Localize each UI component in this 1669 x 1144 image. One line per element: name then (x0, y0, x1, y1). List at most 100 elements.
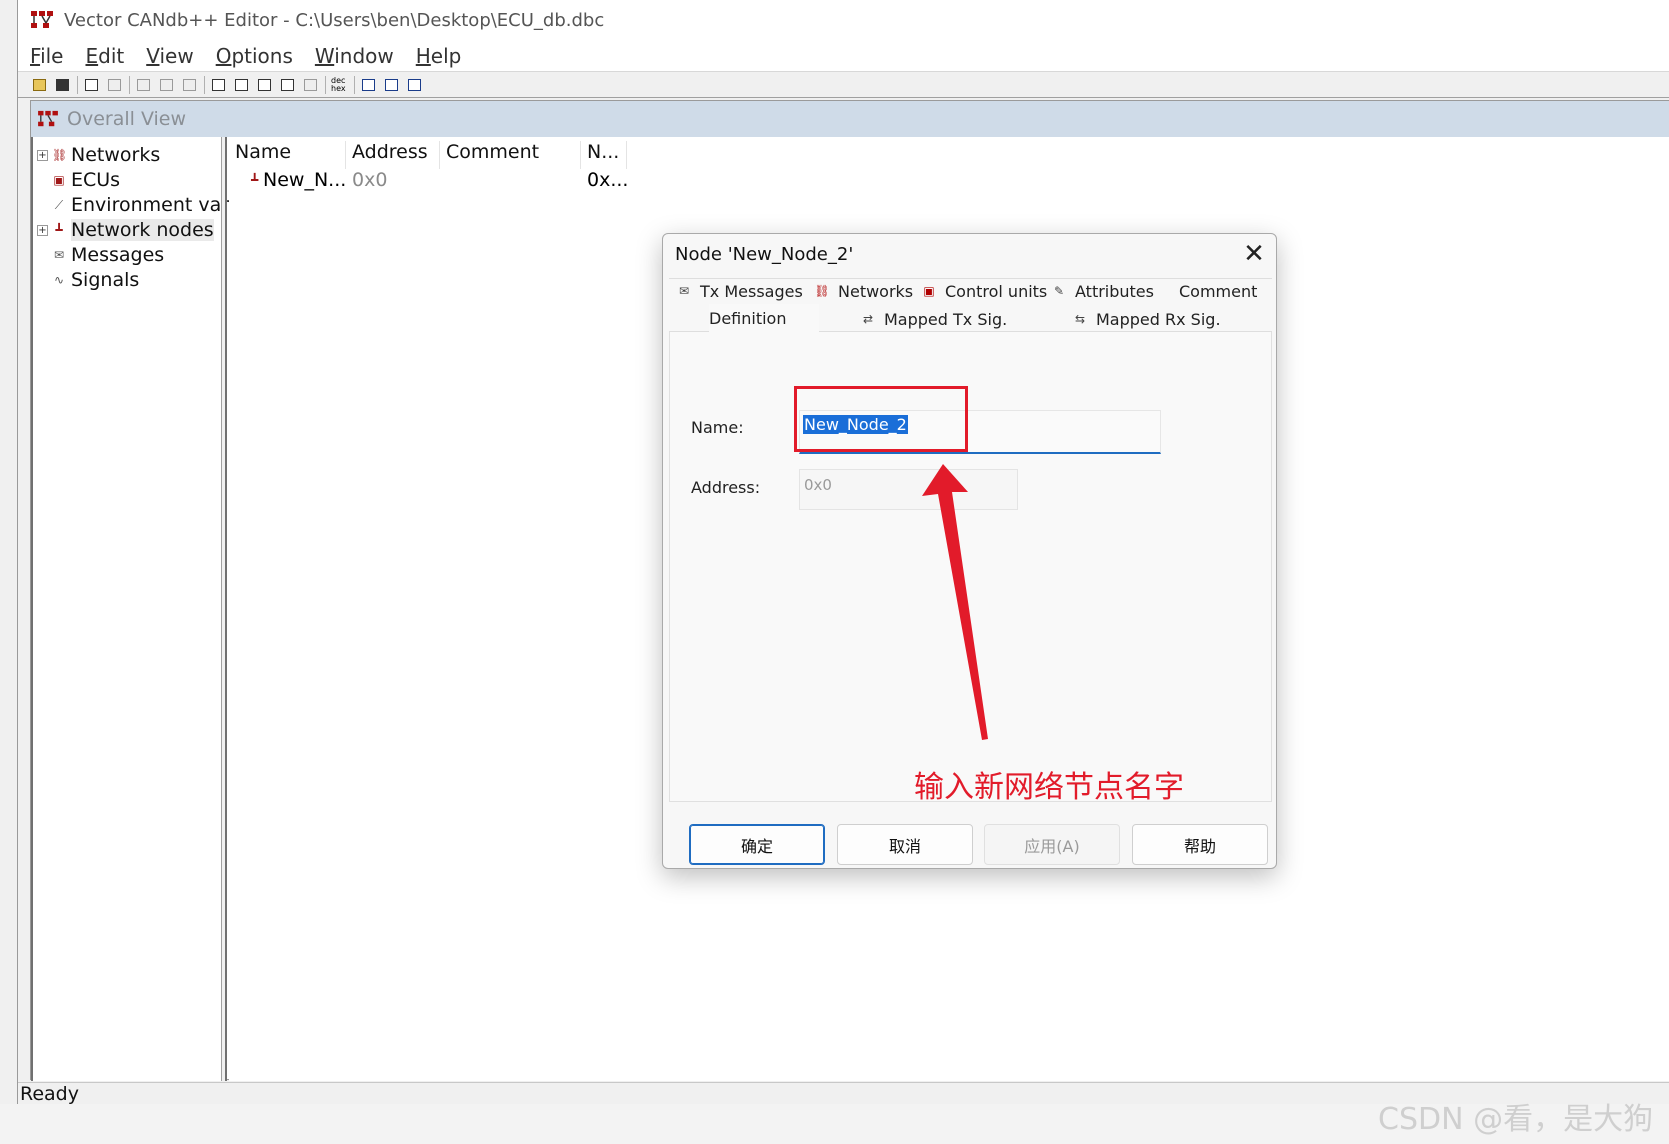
tree-item-label: Signals (71, 269, 140, 291)
tab-label: Networks (838, 281, 914, 301)
column-header-comment[interactable]: Comment (440, 141, 581, 169)
view-2-icon[interactable] (232, 75, 251, 94)
dec-hex-icon[interactable]: dec hex (330, 75, 349, 94)
tab-networks[interactable]: ⛓ Networks (813, 278, 913, 304)
toolbar-separator (204, 75, 205, 94)
tab-control-units[interactable]: ▣ Control units (920, 278, 1047, 304)
overall-view-title: Overall View (67, 108, 187, 130)
row-name: New_N... (263, 169, 347, 191)
view-1-icon[interactable] (209, 75, 228, 94)
toolbar-separator (129, 75, 130, 94)
toolbar-separator (354, 75, 355, 94)
properties-icon[interactable] (157, 75, 176, 94)
pane-splitter[interactable] (222, 137, 227, 1081)
tree-item-signals[interactable]: ∿ Signals (37, 268, 139, 292)
overall-view-icon (37, 110, 59, 128)
help-button[interactable]: 帮助 (1132, 824, 1268, 865)
network-icon: ⛓ (814, 284, 830, 298)
ok-button[interactable]: 确定 (689, 824, 825, 865)
node-icon: ┻ (55, 223, 63, 237)
annotation-arrow-icon (922, 464, 988, 740)
column-header-name[interactable]: Name (229, 141, 346, 169)
annotation-text: 输入新网络节点名字 (914, 770, 1184, 805)
environment-icon: ⟋ (54, 198, 64, 212)
menu-file[interactable]: File (30, 44, 63, 68)
copy-icon[interactable] (82, 75, 101, 94)
address-label: Address: (691, 478, 761, 497)
tree-pane: + ⛓ Networks ▣ ECUs ⟋ Environment varia … (31, 137, 246, 1081)
apply-button[interactable]: 应用(A) (984, 824, 1120, 865)
overall-view-title-bar[interactable]: Overall View (31, 101, 1669, 137)
menu-help[interactable]: Help (416, 44, 462, 68)
tile-vertical-icon[interactable] (405, 75, 424, 94)
row-comment (440, 169, 446, 195)
tab-label: Comment (1179, 281, 1258, 301)
tab-mapped-tx-sig[interactable]: ⇄ Mapped Tx Sig. (859, 306, 1007, 332)
view-4-icon[interactable] (278, 75, 297, 94)
mapped-tx-icon: ⇄ (862, 312, 874, 326)
tab-divider (669, 278, 1272, 279)
status-text: Ready (20, 1083, 79, 1105)
tab-label: Mapped Rx Sig. (1096, 309, 1221, 329)
tree-item-environment-variables[interactable]: ⟋ Environment varia (37, 193, 246, 217)
tab-tx-messages[interactable]: ✉ Tx Messages (675, 278, 803, 304)
tree-item-network-nodes[interactable]: + ┻ Network nodes (37, 218, 214, 242)
row-n: 0x... (587, 169, 629, 191)
menu-bar: File Edit View Options Window Help (18, 40, 1669, 72)
tab-label: Attributes (1075, 281, 1154, 301)
desktop-background (0, 0, 17, 1144)
network-icon: ⛓ (52, 148, 68, 162)
menu-options[interactable]: Options (216, 44, 293, 68)
attribute-icon: ✎ (1053, 284, 1065, 298)
toolbar-separator (77, 75, 78, 94)
tree-item-label: ECUs (71, 169, 121, 191)
print-icon[interactable] (180, 75, 199, 94)
dialog-title: Node 'New_Node_2' (675, 244, 854, 265)
paste-icon[interactable] (105, 75, 124, 94)
tab-label: Control units (945, 281, 1048, 301)
ecu-icon: ▣ (53, 173, 65, 187)
title-bar[interactable]: Vector CANdb++ Editor - C:\Users\ben\Des… (18, 0, 1669, 40)
column-header-address[interactable]: Address (346, 141, 440, 169)
tree-item-label: Environment varia (71, 194, 246, 216)
ecu-icon: ▣ (923, 284, 935, 298)
cancel-button[interactable]: 取消 (837, 824, 973, 865)
tab-comment[interactable]: Comment (1179, 278, 1257, 304)
row-address: 0x0 (352, 169, 388, 191)
candb-app-icon (30, 10, 54, 30)
close-icon[interactable]: ✕ (1241, 241, 1267, 268)
tree-item-networks[interactable]: + ⛓ Networks (37, 143, 160, 167)
tab-label: Mapped Tx Sig. (884, 309, 1008, 329)
envelope-icon: ✉ (678, 284, 690, 298)
save-icon[interactable] (53, 75, 72, 94)
address-input-value: 0x0 (804, 476, 832, 494)
tree-item-label: Networks (71, 144, 161, 166)
cascade-icon[interactable] (359, 75, 378, 94)
annotation-highlight-box (794, 386, 968, 452)
view-5-icon[interactable] (301, 75, 320, 94)
window-title: Vector CANdb++ Editor - C:\Users\ben\Des… (64, 9, 605, 31)
menu-window[interactable]: Window (315, 44, 394, 68)
mapped-rx-icon: ⇆ (1074, 312, 1086, 326)
tab-definition[interactable]: Definition (709, 304, 819, 332)
expand-icon[interactable]: + (37, 149, 48, 161)
tree-item-label: Network nodes (71, 219, 214, 241)
tab-label: Definition (709, 308, 787, 328)
open-icon[interactable] (30, 75, 49, 94)
signal-icon: ∿ (53, 273, 65, 287)
toolbar: dec hex (18, 72, 1669, 98)
tab-mapped-rx-sig[interactable]: ⇆ Mapped Rx Sig. (1071, 306, 1221, 332)
tab-label: Tx Messages (700, 281, 803, 301)
tree-item-label: Messages (71, 244, 165, 266)
tree-item-ecus[interactable]: ▣ ECUs (37, 168, 120, 192)
new-db-icon[interactable] (134, 75, 153, 94)
view-3-icon[interactable] (255, 75, 274, 94)
watermark: CSDN @看，是大狗 (1378, 1102, 1654, 1137)
menu-edit[interactable]: Edit (85, 44, 124, 68)
tile-horizontal-icon[interactable] (382, 75, 401, 94)
tree-item-messages[interactable]: ✉ Messages (37, 243, 164, 267)
column-header-n[interactable]: N... (581, 141, 627, 169)
menu-view[interactable]: View (146, 44, 193, 68)
expand-icon[interactable]: + (37, 224, 48, 236)
tab-attributes[interactable]: ✎ Attributes (1050, 278, 1154, 304)
